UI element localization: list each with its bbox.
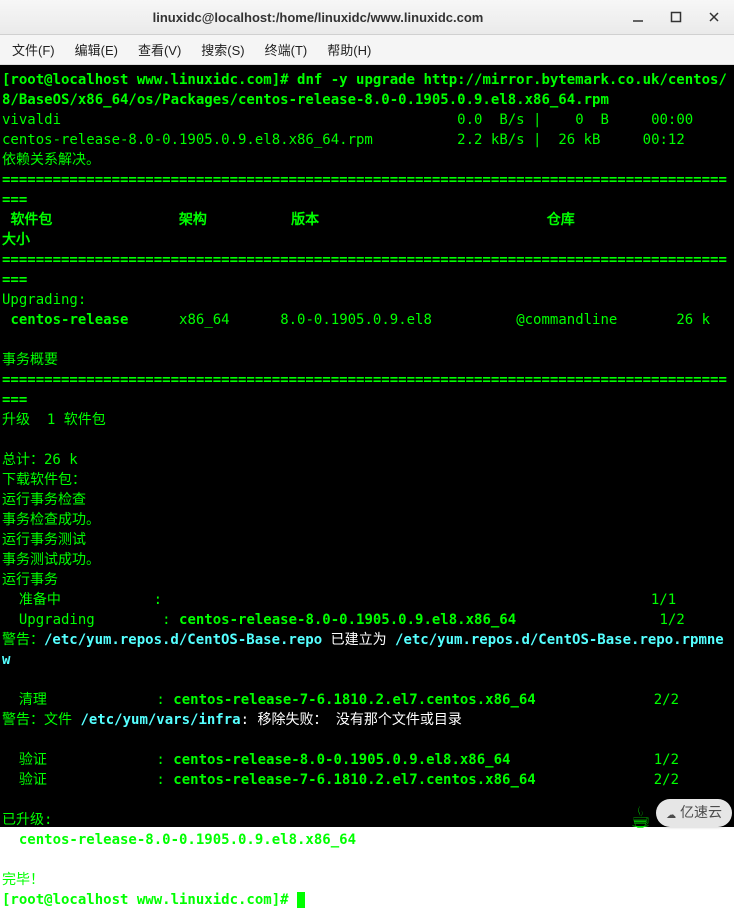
terminal-output[interactable]: [root@localhost www.linuxidc.com]# dnf -… [0,65,734,827]
upgrade-count: 升级 1 软件包 [2,412,106,428]
check-ok: 事务检查成功。 [2,512,100,528]
pkg-repo: @commandline [516,312,617,328]
window-controls [624,4,728,30]
upgrading-label: Upgrading: [2,292,86,308]
cursor-block [297,892,305,908]
minimize-button[interactable] [624,4,652,30]
hdr-repo: 仓库 [547,212,575,228]
hdr-size: 大小 [2,232,30,248]
verify2-pkg: centos-release-7-6.1810.2.el7.centos.x86… [173,772,535,788]
hdr-ver: 版本 [291,212,319,228]
menu-bar: 文件(F) 编辑(E) 查看(V) 搜索(S) 终端(T) 帮助(H) [0,35,734,65]
verify2-frac: 2/2 [654,772,679,788]
dl-row1-size: 0 B [575,112,609,128]
hdr-pkg: 软件包 [10,212,52,228]
pkg-size: 26 k [676,312,710,328]
run-test: 运行事务测试 [2,532,86,548]
dl-row2-name: centos-release-8.0-0.1905.0.9.el8.x86_64… [2,132,373,148]
prepare-label: 准备中 [19,592,61,608]
warn2-prefix: 警告：文件 [2,712,80,728]
dl-row1-time: 00:00 [651,112,693,128]
watermark: ☕ ☁亿速云 [562,782,732,827]
run-txn: 运行事务 [2,572,58,588]
warn2-suffix: : 移除失败： 没有那个文件或目录 [241,712,462,728]
upg-label: Upgrading [19,612,95,628]
upg-pkg: centos-release-8.0-0.1905.0.9.el8.x86_64 [179,612,516,628]
menu-file[interactable]: 文件(F) [4,36,63,63]
cloud-icon: ☁ [666,803,676,823]
clean-frac: 2/2 [654,692,679,708]
prompt: [root@localhost www.linuxidc.com]# [2,72,289,88]
warn1-prefix: 警告： [2,632,44,648]
watermark-brand: 亿速云 [680,803,722,823]
dl-row1-rate: 0.0 B/s [457,112,524,128]
menu-view[interactable]: 查看(V) [130,36,189,63]
test-ok: 事务测试成功。 [2,552,100,568]
clean-label: 清理 [19,692,47,708]
txn-summary: 事务概要 [2,352,58,368]
deps-resolved: 依赖关系解决。 [2,152,100,168]
total-size: 总计：26 k [2,452,78,468]
clean-pkg: centos-release-7-6.1810.2.el7.centos.x86… [173,692,535,708]
done: 完毕！ [2,872,44,888]
menu-edit[interactable]: 编辑(E) [67,36,126,63]
verify-label: 验证 [19,752,47,768]
pkg-name: centos-release [10,312,128,328]
watermark-pill: ☁亿速云 [656,799,732,827]
menu-help[interactable]: 帮助(H) [319,36,379,63]
maximize-button[interactable] [662,4,690,30]
downloading: 下载软件包： [2,472,86,488]
warn1-mid: 已建立为 [322,632,395,648]
dl-row2-size: 26 kB [558,132,600,148]
window-title: linuxidc@localhost:/home/linuxidc/www.li… [12,10,624,25]
coffee-icon: ☕ [631,807,650,827]
dl-row2-time: 00:12 [643,132,685,148]
menu-search[interactable]: 搜索(S) [193,36,252,63]
prompt-2: [root@localhost www.linuxidc.com]# [2,892,289,908]
prepare-frac: 1/1 [651,592,676,608]
divider-line-3: ========================================… [2,372,727,408]
pkg-arch: x86_64 [179,312,230,328]
upg-frac: 1/2 [659,612,684,628]
dl-row2-rate: 2.2 kB/s [457,132,524,148]
warn2-path: /etc/yum/vars/infra [80,712,240,728]
hdr-arch: 架构 [179,212,207,228]
pkg-ver: 8.0-0.1905.0.9.el8 [280,312,432,328]
verify1-frac: 1/2 [654,752,679,768]
verify1-pkg: centos-release-8.0-0.1905.0.9.el8.x86_64 [173,752,510,768]
warn1-path1: /etc/yum.repos.d/CentOS-Base.repo [44,632,322,648]
dl-row1-name: vivaldi [2,112,61,128]
window-titlebar: linuxidc@localhost:/home/linuxidc/www.li… [0,0,734,35]
divider-line-2: ========================================… [2,252,727,288]
upgraded-label: 已升级: [2,812,52,828]
upgraded-pkg: centos-release-8.0-0.1905.0.9.el8.x86_64 [19,832,356,848]
run-check: 运行事务检查 [2,492,86,508]
close-button[interactable] [700,4,728,30]
divider-line: ========================================… [2,172,727,208]
verify-label-2: 验证 [19,772,47,788]
menu-terminal[interactable]: 终端(T) [257,36,316,63]
